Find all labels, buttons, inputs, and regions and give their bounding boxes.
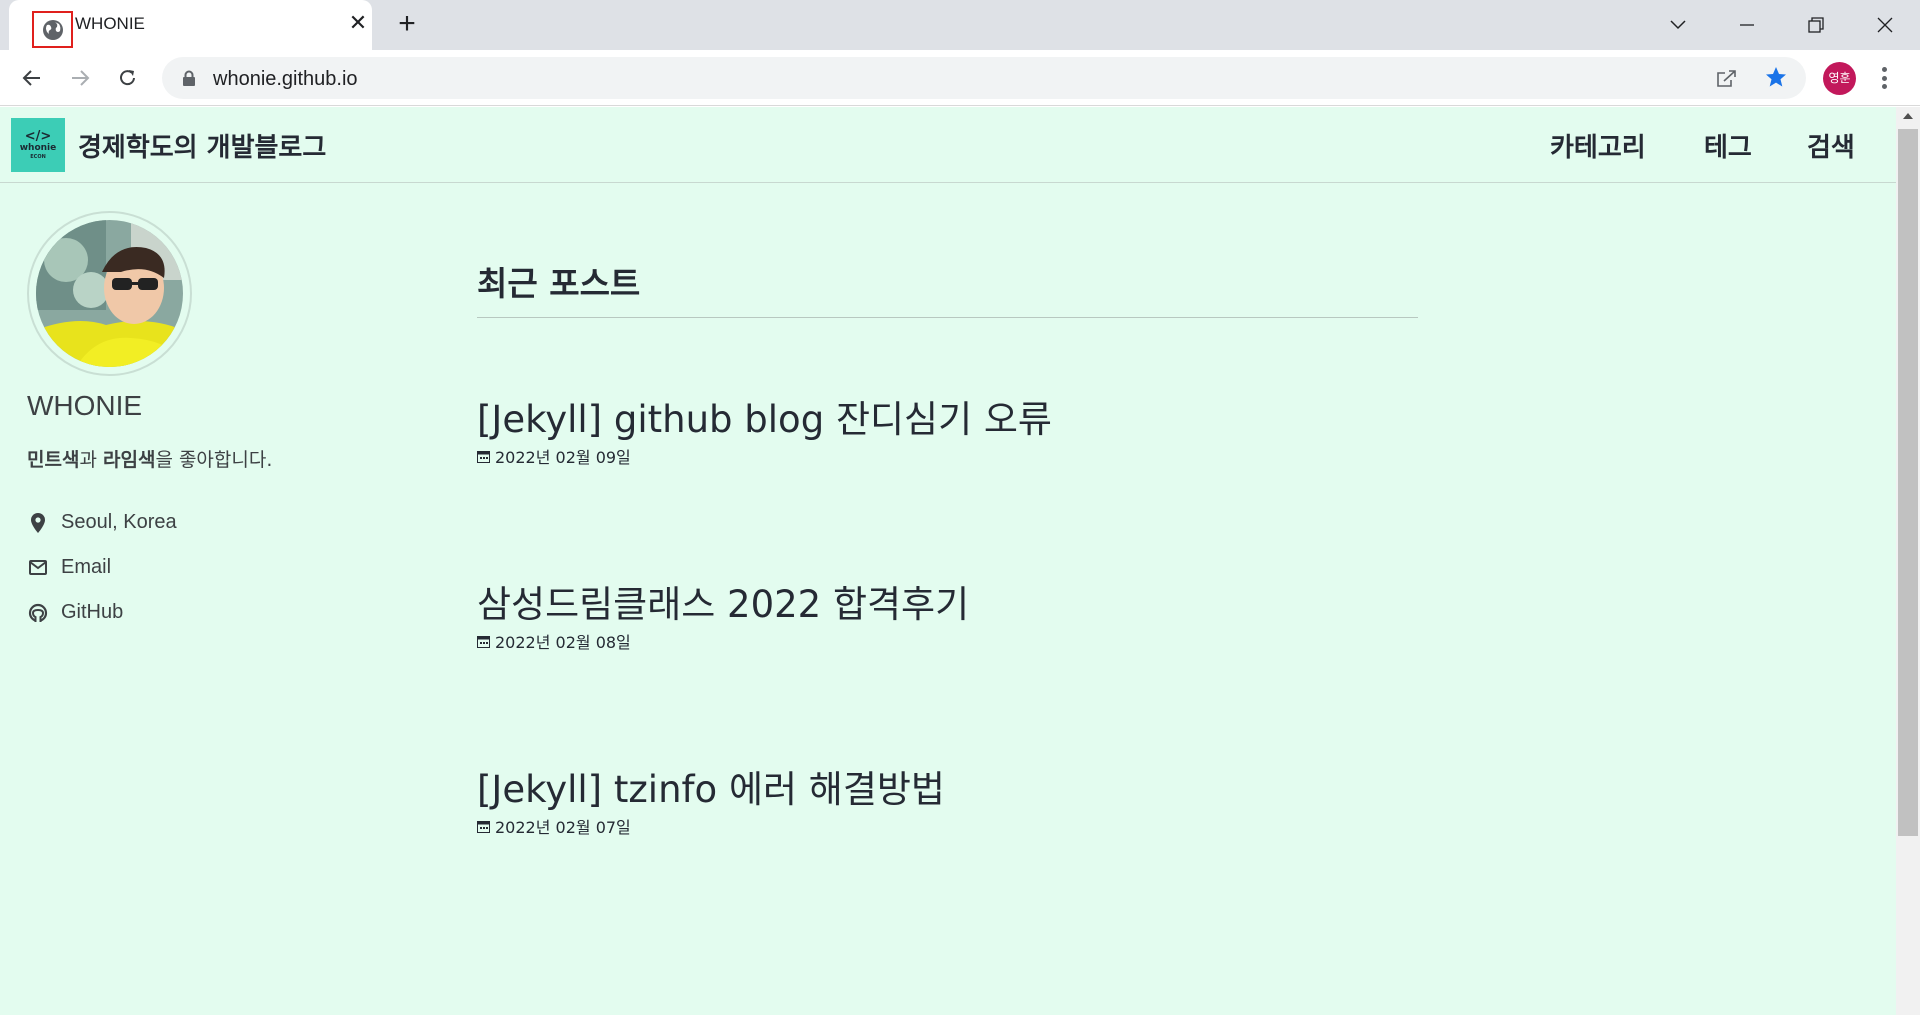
chevron-down-icon[interactable] — [1658, 8, 1698, 42]
page-scrollbar[interactable] — [1896, 107, 1920, 1015]
minimize-icon[interactable] — [1727, 8, 1767, 42]
map-marker-icon — [27, 512, 49, 534]
tab-strip: WHONIE ✕ + — [0, 0, 1920, 50]
logo-code-glyph: </> — [24, 128, 52, 144]
github-icon — [27, 602, 49, 624]
star-icon[interactable] — [1764, 65, 1788, 93]
globe-icon — [32, 11, 73, 48]
scroll-up-arrow[interactable] — [1903, 113, 1913, 119]
bio-lime: 라임색 — [102, 449, 156, 471]
close-icon[interactable]: ✕ — [345, 11, 371, 37]
masthead: </> whonie ECON 경제학도의 개발블로그 카테고리 테그 검색 — [0, 107, 1896, 183]
calendar-icon — [477, 820, 490, 833]
site-logo[interactable]: </> whonie ECON — [11, 118, 65, 172]
author-name: WHONIE — [27, 390, 143, 421]
profile-avatar[interactable]: 영훈 — [1823, 62, 1856, 95]
post-title[interactable]: [Jekyll] github blog 잔디심기 오류 — [477, 389, 1052, 443]
lock-icon[interactable] — [182, 70, 196, 91]
section-divider — [477, 317, 1418, 318]
plus-icon[interactable]: + — [390, 7, 424, 41]
author-location: Seoul, Korea — [27, 511, 177, 534]
restore-icon[interactable] — [1796, 8, 1836, 42]
scroll-thumb[interactable] — [1898, 129, 1918, 836]
url-text: whonie.github.io — [213, 68, 358, 90]
site-title[interactable]: 경제학도의 개발블로그 — [78, 127, 326, 164]
bio-rest: 을 좋아합니다. — [155, 449, 273, 471]
kebab-menu-icon[interactable] — [1872, 64, 1896, 92]
post-date-text: 2022년 02월 08일 — [495, 633, 631, 652]
nav-category[interactable]: 카테고리 — [1550, 127, 1646, 164]
forward-arrow-icon[interactable] — [62, 60, 98, 96]
post-title[interactable]: 삼성드림클래스 2022 합격후기 — [477, 574, 969, 628]
post-date-text: 2022년 02월 09일 — [495, 448, 631, 467]
email-label[interactable]: Email — [61, 556, 111, 579]
post-title[interactable]: [Jekyll] tzinfo 에러 해결방법 — [477, 759, 945, 813]
author-email-link[interactable]: Email — [27, 556, 111, 579]
bio-mint: 민트색 — [27, 449, 80, 471]
author-github-link[interactable]: GitHub — [27, 601, 123, 624]
post-date-text: 2022년 02월 07일 — [495, 818, 631, 837]
browser-toolbar: whonie.github.io 영훈 — [0, 50, 1920, 106]
envelope-icon — [27, 557, 49, 579]
window-close-icon[interactable] — [1865, 8, 1905, 42]
address-bar[interactable]: whonie.github.io — [162, 57, 1806, 99]
location-label: Seoul, Korea — [61, 511, 177, 533]
post-date: 2022년 02월 09일 — [477, 444, 631, 468]
reload-icon[interactable] — [110, 60, 146, 96]
section-title: 최근 포스트 — [477, 264, 641, 303]
calendar-icon — [477, 450, 490, 463]
back-arrow-icon[interactable] — [14, 60, 50, 96]
post-date: 2022년 02월 08일 — [477, 629, 631, 653]
author-avatar — [27, 211, 192, 376]
page-content: </> whonie ECON 경제학도의 개발블로그 카테고리 테그 검색 W… — [0, 107, 1896, 1015]
post-date: 2022년 02월 07일 — [477, 814, 631, 838]
logo-subtext: ECON — [30, 153, 46, 160]
share-icon[interactable] — [1715, 67, 1737, 93]
github-label[interactable]: GitHub — [61, 601, 123, 624]
bio-conj: 과 — [79, 449, 103, 471]
nav-search[interactable]: 검색 — [1807, 127, 1855, 164]
nav-tag[interactable]: 테그 — [1704, 127, 1752, 164]
logo-text: whonie — [19, 142, 57, 153]
calendar-icon — [477, 635, 490, 648]
tab-title: WHONIE — [75, 14, 145, 33]
browser-tab[interactable]: WHONIE ✕ — [9, 0, 372, 50]
author-bio: 민트색과 라임색을 좋아합니다. — [27, 445, 272, 472]
